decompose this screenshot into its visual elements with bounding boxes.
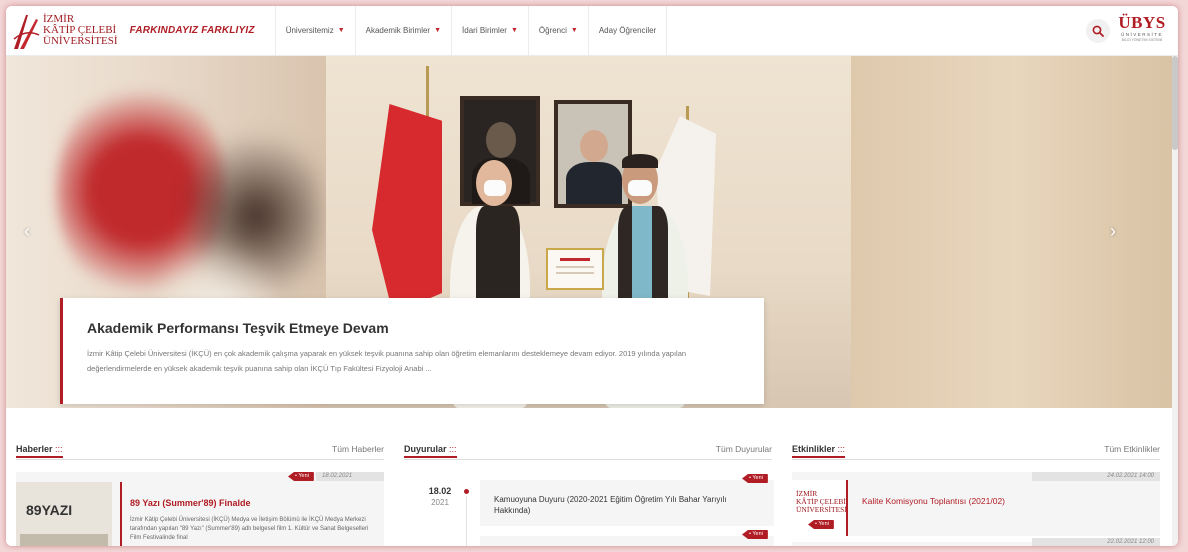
nav-label: İdari Birimler: [462, 26, 507, 35]
new-badge-label: Yeni: [752, 531, 763, 537]
portrait-frame-2: [554, 100, 632, 208]
news-heading-text: Haberler: [16, 444, 53, 454]
timeline-line: [466, 496, 467, 546]
announcements-heading-dots: :::: [449, 444, 457, 454]
news-header: Haberler ::: Tüm Haberler: [16, 444, 384, 460]
logo-emblem-icon: [12, 11, 40, 51]
slider-next-arrow-icon[interactable]: ›: [1110, 221, 1116, 242]
all-announcements-link[interactable]: Tüm Duyurular: [716, 444, 772, 454]
event-logo-line-3: ÜNİVERSİTESİ: [796, 505, 847, 514]
nav-label: Öğrenci: [538, 26, 567, 35]
site-header: İZMİR KÂTİP ÇELEBİ ÜNİVERSİTESİ FARKINDA…: [6, 6, 1178, 56]
university-logo[interactable]: İZMİR KÂTİP ÇELEBİ ÜNİVERSİTESİ: [12, 9, 118, 53]
new-badge-label: Yeni: [752, 475, 763, 481]
all-events-link[interactable]: Tüm Etkinlikler: [1104, 444, 1160, 454]
nav-item-akademik-birimler[interactable]: Akademik Birimler ▼: [354, 6, 451, 56]
announcement-day: 18.02: [428, 486, 452, 496]
caret-down-icon: ▼: [570, 27, 578, 34]
event-datetime: 22.02.2021 12:00: [1032, 538, 1160, 546]
nav-item-universitemiz[interactable]: Üniversitemiz ▼: [274, 6, 355, 56]
timeline-dot: [464, 489, 469, 494]
announcements-header: Duyurular ::: Tüm Duyurular: [404, 444, 772, 460]
events-heading-dots: :::: [837, 444, 846, 454]
nav-label: Aday Öğrenciler: [598, 26, 657, 35]
hero-slider: ‹ › Akademik Performansı Teşvik Etmeye D…: [6, 56, 1178, 408]
events-header: Etkinlikler ::: Tüm Etkinlikler: [792, 444, 1160, 460]
caret-down-icon: ▼: [510, 27, 518, 34]
announcement-item[interactable]: • Yeni Kamuoyuna Duyuru (2020-2021 Eğiti…: [480, 474, 774, 526]
new-badge: • Yeni: [742, 530, 768, 539]
main-nav: Üniversitemiz ▼ Akademik Birimler ▼ İdar…: [274, 6, 668, 56]
news-item[interactable]: • Yeni 18.02.2021 89YAZI 89 Yazı (Summer…: [16, 472, 384, 546]
announcement-title[interactable]: Kamuoyuna Duyuru (2020-2021 Eğitim Öğret…: [494, 494, 764, 516]
event-datetime: 24.02.2021 14:00: [1032, 472, 1160, 481]
slogan: FARKINDAYIZ FARKLIYIZ: [129, 25, 255, 36]
certificate: [546, 248, 604, 290]
page-scrollbar[interactable]: [1172, 56, 1178, 546]
event-thumb-logo: İZMİR KÂTİP ÇELEBİ ÜNİVERSİTESİ: [796, 490, 847, 514]
events-heading-text: Etkinlikler: [792, 444, 836, 454]
nav-label: Akademik Birimler: [365, 26, 431, 35]
announcements-heading: Duyurular :::: [404, 444, 457, 458]
turkish-flag: [372, 104, 442, 314]
announcement-date: 18.02 2021: [420, 486, 460, 507]
new-badge: • Yeni: [808, 520, 834, 529]
new-badge-label: Yeni: [298, 473, 309, 479]
caret-down-icon: ▼: [434, 27, 442, 34]
nav-item-aday-ogrenciler[interactable]: Aday Öğrenciler: [587, 6, 668, 56]
scrollbar-thumb[interactable]: [1172, 56, 1178, 150]
slider-prev-arrow-icon[interactable]: ‹: [24, 221, 30, 242]
logo-text: İZMİR KÂTİP ÇELEBİ ÜNİVERSİTESİ: [43, 14, 118, 47]
slide-text: İzmir Kâtip Çelebi Üniversitesi (İKÇÜ) e…: [87, 349, 687, 373]
event-item[interactable]: 24.02.2021 14:00 İZMİR KÂTİP ÇELEBİ ÜNİV…: [792, 472, 1160, 536]
announcements-heading-text: Duyurular: [404, 444, 447, 454]
ubys-title: ÜBYS: [1118, 13, 1166, 32]
logo-line-3: ÜNİVERSİTESİ: [43, 35, 118, 47]
new-badge: • Yeni: [288, 472, 314, 481]
caret-down-icon: ▼: [337, 27, 345, 34]
news-title[interactable]: 89 Yazı (Summer'89) Finalde: [130, 498, 251, 508]
new-badge: • Yeni: [742, 474, 768, 483]
search-button[interactable]: [1086, 19, 1110, 43]
event-thumbnail[interactable]: İZMİR KÂTİP ÇELEBİ ÜNİVERSİTESİ • Yeni: [792, 480, 848, 536]
nav-item-idari-birimler[interactable]: İdari Birimler ▼: [451, 6, 528, 56]
events-heading: Etkinlikler :::: [792, 444, 846, 458]
browser-page: İZMİR KÂTİP ÇELEBİ ÜNİVERSİTESİ FARKINDA…: [6, 6, 1178, 546]
news-heading-dots: :::: [55, 444, 63, 454]
ubys-logo[interactable]: ÜBYS ÜNİVERSİTE BİLGİ YÖNETİM SİSTEMİ: [1114, 14, 1170, 43]
event-item[interactable]: 22.02.2021 12:00: [792, 538, 1160, 546]
thumb-text: 89YAZI: [26, 502, 73, 518]
news-date: 18.02.2021: [316, 472, 384, 481]
slide-next-blur: [851, 56, 1178, 408]
announcement-item[interactable]: • Yeni: [480, 530, 774, 546]
nav-label: Üniversitemiz: [285, 26, 334, 35]
search-icon: [1092, 25, 1104, 37]
announcement-year: 2021: [431, 498, 449, 507]
news-excerpt: İzmir Kâtip Çelebi Üniversitesi (İKÇÜ) M…: [130, 517, 369, 541]
new-badge-label: Yeni: [818, 521, 829, 527]
event-title[interactable]: Kalite Komisyonu Toplantısı (2021/02): [862, 496, 1005, 506]
ubys-subtitle-2: BİLGİ YÖNETİM SİSTEMİ: [1121, 38, 1163, 42]
news-heading: Haberler :::: [16, 444, 63, 458]
slide-caption[interactable]: Akademik Performansı Teşvik Etmeye Devam…: [60, 298, 764, 404]
content-columns: Haberler ::: Tüm Haberler • Yeni 18.02.2…: [6, 408, 1178, 546]
news-thumbnail[interactable]: 89YAZI: [16, 482, 112, 546]
all-news-link[interactable]: Tüm Haberler: [332, 444, 384, 454]
nav-item-ogrenci[interactable]: Öğrenci ▼: [527, 6, 588, 56]
slide-title[interactable]: Akademik Performansı Teşvik Etmeye Devam: [87, 320, 740, 336]
